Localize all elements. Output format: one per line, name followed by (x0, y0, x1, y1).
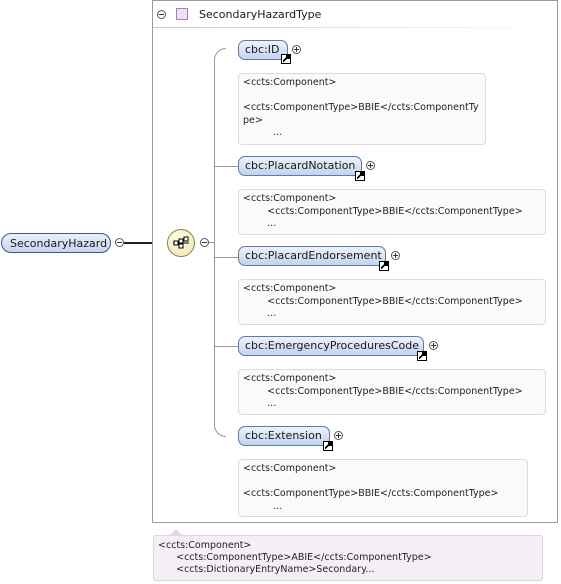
annotation-box: <ccts:Component> <ccts:ComponentType>BBI… (238, 369, 546, 415)
reference-arrow-icon (355, 171, 365, 181)
expand-icon[interactable] (391, 251, 400, 260)
element-node-emergency-procedures-code[interactable]: cbc:EmergencyProceduresCode (238, 336, 424, 356)
expand-icon[interactable] (366, 161, 375, 170)
branch-line (214, 166, 238, 167)
sequence-bracket-line (214, 60, 215, 426)
branch-line (214, 257, 238, 258)
element-label: cbc:EmergencyProceduresCode (245, 339, 419, 352)
sequence-connector (209, 242, 215, 243)
reference-arrow-icon (417, 351, 427, 361)
expand-icon[interactable] (429, 341, 438, 350)
branch-line (214, 346, 238, 347)
element-label: cbc:PlacardEndorsement (245, 249, 382, 262)
element-node-placard-notation[interactable]: cbc:PlacardNotation (238, 156, 362, 176)
annotation-box: <ccts:Component> <ccts:ComponentType>BBI… (238, 459, 528, 517)
type-annotation-box: <ccts:Component> <ccts:ComponentType>ABI… (153, 535, 543, 581)
expand-icon[interactable] (334, 431, 343, 440)
annotation-box: <ccts:Component> <ccts:ComponentType>BBI… (238, 189, 546, 235)
sequence-compositor-icon[interactable] (167, 229, 195, 257)
reference-arrow-icon (323, 441, 333, 451)
collapse-sequence-icon[interactable] (200, 238, 209, 247)
annotation-box: <ccts:Component> <ccts:ComponentType>BBI… (238, 279, 546, 325)
collapse-root-icon[interactable] (115, 238, 124, 247)
annotation-box: <ccts:Component> <ccts:ComponentType>BBI… (238, 73, 486, 145)
type-header-divider (153, 27, 557, 28)
collapse-type-icon[interactable] (157, 10, 166, 19)
reference-arrow-icon (379, 261, 389, 271)
root-element-node[interactable]: SecondaryHazard (1, 233, 111, 253)
root-element-label: SecondaryHazard (10, 237, 108, 250)
element-node-extension[interactable]: cbc:Extension (238, 426, 330, 446)
element-label: cbc:PlacardNotation (245, 159, 356, 172)
element-node-placard-endorsement[interactable]: cbc:PlacardEndorsement (238, 246, 386, 266)
element-label: cbc:ID (245, 43, 280, 56)
element-label: cbc:Extension (245, 429, 322, 442)
type-title: SecondaryHazardType (199, 8, 322, 21)
expand-icon[interactable] (292, 45, 301, 54)
complex-type-icon (176, 8, 188, 20)
reference-arrow-icon (281, 54, 291, 64)
